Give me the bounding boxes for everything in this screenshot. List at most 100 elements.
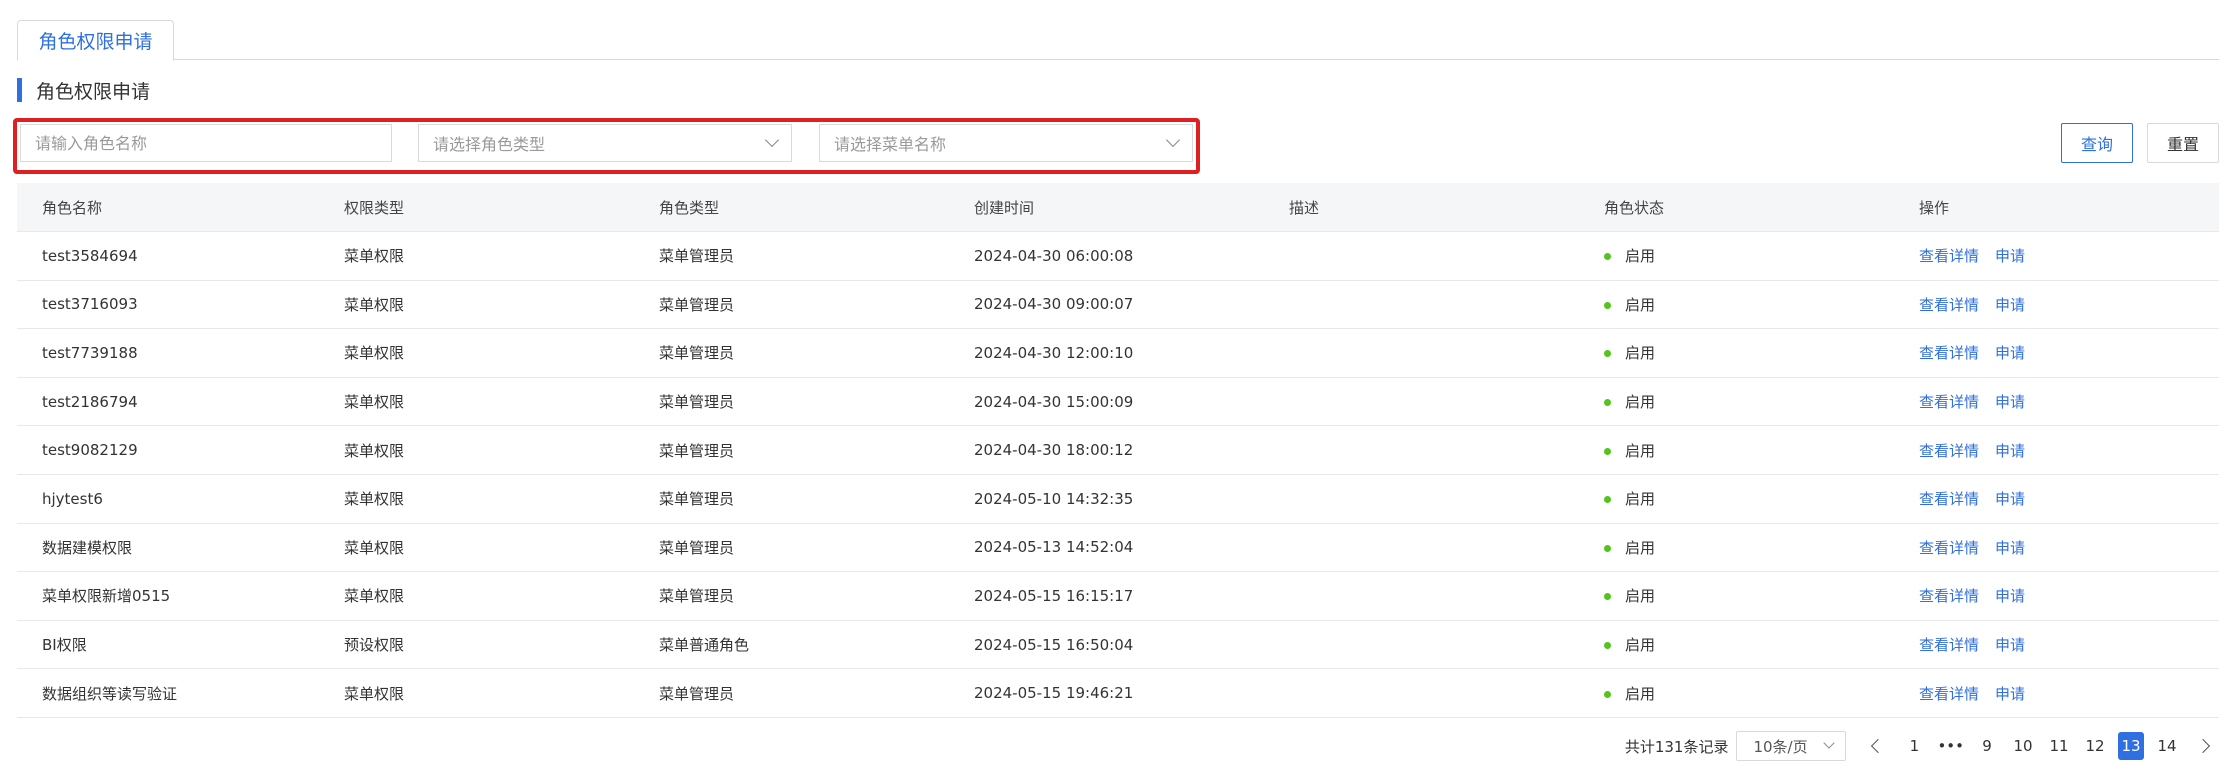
reset-button[interactable]: 重置 xyxy=(2147,123,2219,163)
table-header: 角色名称 权限类型 角色类型 创建时间 描述 角色状态 操作 xyxy=(17,183,2219,232)
table-row: hjytest6 菜单权限 菜单管理员 2024-05-10 14:32:35 启用 查看… xyxy=(17,475,2219,524)
status-label: 启用 xyxy=(1625,295,1656,314)
status-dot-icon xyxy=(1604,350,1611,358)
status-label: 启用 xyxy=(1625,441,1656,460)
cell-role-type: 菜单管理员 xyxy=(659,441,735,460)
table-body: test3584694 菜单权限 菜单管理员 2024-04-30 06:00:08 启… xyxy=(17,232,2219,718)
tab-role-permission-apply[interactable]: 角色权限申请 xyxy=(17,20,174,61)
page-number[interactable]: 12 xyxy=(2082,732,2108,760)
table-row: 数据组织等读写验证 菜单权限 菜单管理员 2024-05-15 19:46:21 启用 查… xyxy=(17,669,2219,718)
status-dot-icon xyxy=(1604,301,1611,309)
page-size-select[interactable]: 10条/页 xyxy=(1736,731,1847,761)
role-name-input[interactable] xyxy=(20,124,392,162)
cell-created-time: 2024-05-10 14:32:35 xyxy=(974,489,1134,508)
section-header: 角色权限申请 xyxy=(17,78,151,103)
cell-role-status: 启用 xyxy=(1579,488,1894,509)
cell-permission-type: 菜单权限 xyxy=(344,490,405,509)
view-details-link[interactable]: 查看详情 xyxy=(1919,539,1979,557)
prev-page-button[interactable] xyxy=(1865,732,1891,760)
cell-actions: 查看详情 申请 xyxy=(1894,488,2219,509)
cell-role-name: test2186794 xyxy=(42,392,138,411)
view-details-link[interactable]: 查看详情 xyxy=(1919,685,1979,703)
page-number[interactable]: 9 xyxy=(1974,732,2000,760)
total-records: 共计131条记录 xyxy=(1624,737,1729,756)
chevron-right-icon xyxy=(2195,738,2211,754)
page-number[interactable]: 1 xyxy=(1901,732,1927,760)
apply-link[interactable]: 申请 xyxy=(1995,539,2025,557)
view-details-link[interactable]: 查看详情 xyxy=(1919,587,1979,605)
cell-actions: 查看详情 申请 xyxy=(1894,342,2219,363)
menu-name-select[interactable]: 请选择菜单名称 xyxy=(819,124,1193,162)
tab-bar: 角色权限申请 xyxy=(17,0,2219,61)
page-number[interactable]: 14 xyxy=(2154,732,2180,760)
table-row: test3584694 菜单权限 菜单管理员 2024-04-30 06:00:08 启… xyxy=(17,232,2219,281)
header-description: 描述 xyxy=(1289,198,1320,217)
chevron-down-icon xyxy=(1165,132,1181,148)
cell-permission-type: 菜单权限 xyxy=(344,295,405,314)
view-details-link[interactable]: 查看详情 xyxy=(1919,636,1979,654)
cell-permission-type: 菜单权限 xyxy=(344,247,405,266)
next-page-button[interactable] xyxy=(2190,732,2216,760)
page-number[interactable]: 11 xyxy=(2046,732,2072,760)
cell-role-type: 菜单管理员 xyxy=(659,490,735,509)
status-dot-icon xyxy=(1604,399,1611,407)
table-row: BI权限 预设权限 菜单普通角色 2024-05-15 16:50:04 启用 查看详情申… xyxy=(17,621,2219,670)
page-number[interactable]: 13 xyxy=(2118,732,2144,760)
view-details-link[interactable]: 查看详情 xyxy=(1919,490,1979,508)
apply-link[interactable]: 申请 xyxy=(1995,490,2025,508)
page-title: 角色权限申请 xyxy=(36,80,151,103)
cell-role-type: 菜单管理员 xyxy=(659,393,735,412)
cell-role-status: 启用 xyxy=(1579,537,1894,558)
page-number[interactable]: 10 xyxy=(2010,732,2036,760)
cell-permission-type: 菜单权限 xyxy=(344,538,405,557)
cell-role-name: test7739188 xyxy=(42,343,138,362)
header-actions: 操作 xyxy=(1919,198,1950,217)
role-type-select[interactable]: 请选择角色类型 xyxy=(418,124,792,162)
cell-role-status: 启用 xyxy=(1579,440,1894,461)
view-details-link[interactable]: 查看详情 xyxy=(1919,344,1979,362)
cell-actions: 查看详情 申请 xyxy=(1894,245,2219,266)
menu-name-placeholder: 请选择菜单名称 xyxy=(834,135,947,154)
status-label: 启用 xyxy=(1625,636,1656,655)
cell-created-time: 2024-04-30 06:00:08 xyxy=(974,246,1134,265)
cell-role-status: 启用 xyxy=(1579,294,1894,315)
apply-link[interactable]: 申请 xyxy=(1995,296,2025,314)
cell-permission-type: 菜单权限 xyxy=(344,587,405,606)
apply-link[interactable]: 申请 xyxy=(1995,685,2025,703)
cell-actions: 查看详情 申请 xyxy=(1894,634,2219,655)
apply-link[interactable]: 申请 xyxy=(1995,247,2025,265)
cell-role-status: 启用 xyxy=(1579,391,1894,412)
page-ellipsis[interactable]: ••• xyxy=(1937,732,1964,760)
cell-actions: 查看详情 申请 xyxy=(1894,537,2219,558)
status-dot-icon xyxy=(1604,690,1611,698)
status-label: 启用 xyxy=(1625,393,1656,412)
status-label: 启用 xyxy=(1625,344,1656,363)
cell-created-time: 2024-04-30 12:00:10 xyxy=(974,343,1134,362)
cell-role-status: 启用 xyxy=(1579,245,1894,266)
cell-role-name: 菜单权限新增0515 xyxy=(42,587,171,606)
apply-link[interactable]: 申请 xyxy=(1995,344,2025,362)
cell-created-time: 2024-05-15 16:15:17 xyxy=(974,586,1134,605)
query-button[interactable]: 查询 xyxy=(2061,123,2133,163)
apply-link[interactable]: 申请 xyxy=(1995,393,2025,411)
page-list: 1 ••• 9 10 11 12 13 14 xyxy=(1896,732,2185,760)
header-role-type: 角色类型 xyxy=(659,198,720,217)
view-details-link[interactable]: 查看详情 xyxy=(1919,247,1979,265)
view-details-link[interactable]: 查看详情 xyxy=(1919,296,1979,314)
cell-created-time: 2024-05-15 16:50:04 xyxy=(974,635,1134,654)
view-details-link[interactable]: 查看详情 xyxy=(1919,393,1979,411)
cell-role-type: 菜单管理员 xyxy=(659,344,735,363)
status-label: 启用 xyxy=(1625,587,1656,606)
cell-permission-type: 菜单权限 xyxy=(344,393,405,412)
status-dot-icon xyxy=(1604,447,1611,455)
cell-role-status: 启用 xyxy=(1579,683,1894,704)
apply-link[interactable]: 申请 xyxy=(1995,636,2025,654)
status-label: 启用 xyxy=(1625,490,1656,509)
status-dot-icon xyxy=(1604,642,1611,650)
apply-link[interactable]: 申请 xyxy=(1995,587,2025,605)
view-details-link[interactable]: 查看详情 xyxy=(1919,442,1979,460)
status-label: 启用 xyxy=(1625,538,1656,557)
table-row: 数据建模权限 菜单权限 菜单管理员 2024-05-13 14:52:04 启用 查看详情… xyxy=(17,524,2219,573)
cell-role-name: BI权限 xyxy=(42,636,87,655)
apply-link[interactable]: 申请 xyxy=(1995,442,2025,460)
